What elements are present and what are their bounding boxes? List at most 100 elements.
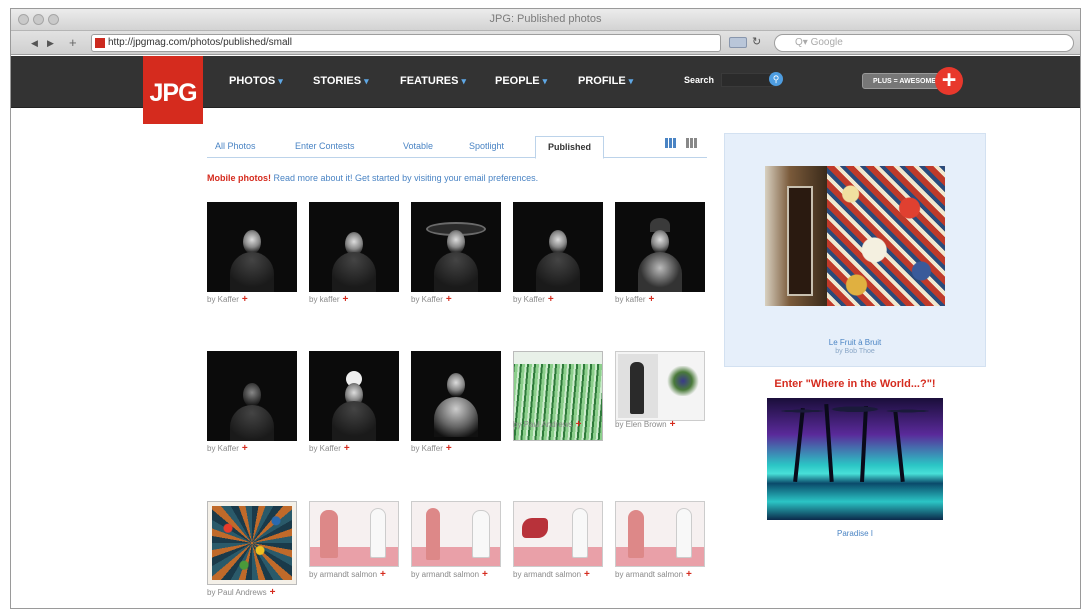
featured-photo-title[interactable]: Le Fruit à Bruit [725, 338, 985, 347]
window-title: JPG: Published photos [489, 13, 602, 25]
browser-window: JPG: Published photos ◀ ▶ + http://jpgma… [10, 8, 1081, 609]
browser-search-placeholder: Q▾ Google [795, 37, 843, 48]
search-icon[interactable]: ⚲ [769, 72, 783, 86]
featured-photo-panel: Le Fruit à Bruit by Bob Thoe [724, 133, 986, 367]
photo-byline[interactable]: by Paul Andrews [513, 420, 573, 429]
address-bar-text: http://jpgmag.com/photos/published/small [108, 37, 292, 48]
tab-spotlight[interactable]: Spotlight [469, 141, 504, 151]
browser-search-field[interactable]: Q▾ Google [774, 34, 1074, 52]
plus-icon[interactable]: + [270, 587, 276, 598]
reload-icon[interactable]: ↻ [752, 35, 761, 48]
featured-photo[interactable] [765, 166, 945, 306]
chevron-down-icon: ▾ [278, 76, 283, 86]
contest-heading[interactable]: Enter "Where in the World...?"! [724, 378, 986, 390]
photo-thumbnail[interactable] [309, 202, 399, 292]
tab-votable[interactable]: Votable [403, 141, 433, 151]
tab-enter-contests[interactable]: Enter Contests [295, 141, 355, 151]
list-view-icon[interactable] [686, 138, 697, 148]
photo-caption: by kaffer + [615, 294, 654, 305]
plus-icon[interactable]: + [649, 294, 655, 305]
contest-photo-caption[interactable]: Paradise I [724, 529, 986, 538]
tab-published[interactable]: Published [535, 136, 605, 159]
photo-thumbnail[interactable] [411, 351, 501, 441]
plus-icon[interactable]: + [242, 443, 248, 454]
photo-byline[interactable]: by Kaffer [207, 444, 239, 453]
photo-caption: by Kaffer + [411, 443, 452, 454]
nav-profile[interactable]: PROFILE ▾ [578, 75, 633, 87]
plus-icon[interactable]: + [482, 569, 488, 580]
plus-icon[interactable]: + [686, 569, 692, 580]
nav-photos[interactable]: PHOTOS ▾ [229, 75, 283, 87]
contest-photo[interactable] [767, 398, 943, 520]
address-bar[interactable]: http://jpgmag.com/photos/published/small [91, 34, 721, 52]
jpg-logo[interactable]: JPG [143, 56, 203, 124]
plus-icon[interactable]: + [584, 569, 590, 580]
photo-byline[interactable]: by kaffer [615, 295, 646, 304]
back-button[interactable]: ◀ [31, 35, 38, 51]
photo-thumbnail[interactable] [513, 501, 603, 567]
plus-icon[interactable]: + [548, 294, 554, 305]
photo-caption: by Kaffer + [411, 294, 452, 305]
site-search-label: Search [684, 75, 715, 85]
nav-stories-label: STORIES [313, 75, 362, 87]
grid-view-icon[interactable] [665, 138, 676, 148]
photo-byline[interactable]: by Paul Andrews [207, 588, 267, 597]
photo-caption: by Kaffer + [207, 294, 248, 305]
photo-caption: by kaffer + [309, 294, 348, 305]
notice-alert: Mobile photos! [207, 173, 271, 183]
nav-stories[interactable]: STORIES ▾ [313, 75, 369, 87]
photo-caption: by armandt salmon + [615, 569, 692, 580]
nav-profile-label: PROFILE [578, 75, 626, 87]
photo-byline[interactable]: by Kaffer [513, 295, 545, 304]
photo-byline[interactable]: by Kaffer [411, 444, 443, 453]
plus-icon[interactable]: + [242, 294, 248, 305]
photo-thumbnail[interactable] [411, 501, 501, 567]
plus-icon[interactable]: + [446, 443, 452, 454]
photo-byline[interactable]: by kaffer [309, 295, 340, 304]
photo-thumbnail[interactable] [615, 202, 705, 292]
plus-icon[interactable]: + [343, 294, 349, 305]
featured-photo-byline[interactable]: by Bob Thoe [725, 348, 985, 355]
nav-features[interactable]: FEATURES ▾ [400, 75, 466, 87]
rss-icon[interactable] [729, 37, 747, 48]
photo-thumbnail[interactable] [207, 202, 297, 292]
photo-thumbnail[interactable] [207, 501, 297, 585]
photo-thumbnail[interactable] [207, 351, 297, 441]
chevron-down-icon: ▾ [628, 76, 634, 86]
photo-caption: by Kaffer + [513, 294, 554, 305]
photo-caption: by armandt salmon + [411, 569, 488, 580]
title-bar: JPG: Published photos [11, 9, 1080, 31]
forward-button[interactable]: ▶ [47, 35, 54, 51]
photo-filter-tabs: All Photos Enter Contests Votable Spotli… [207, 136, 707, 159]
plus-icon[interactable]: + [670, 419, 676, 430]
photo-thumbnail[interactable] [411, 202, 501, 292]
photo-thumbnail[interactable] [615, 351, 705, 421]
plus-icon[interactable]: + [380, 569, 386, 580]
chevron-down-icon: ▾ [461, 76, 466, 86]
photo-byline[interactable]: by Kaffer [411, 295, 443, 304]
plus-icon[interactable]: + [344, 443, 350, 454]
photo-thumbnail[interactable] [309, 351, 399, 441]
photo-byline[interactable]: by armandt salmon [615, 570, 683, 579]
photo-byline[interactable]: by armandt salmon [309, 570, 377, 579]
tab-all-photos[interactable]: All Photos [215, 141, 256, 151]
photo-byline[interactable]: by Elen Brown [615, 420, 667, 429]
photo-caption: by armandt salmon + [309, 569, 386, 580]
nav-people[interactable]: PEOPLE ▾ [495, 75, 547, 87]
photo-thumbnail[interactable] [615, 501, 705, 567]
photo-thumbnail[interactable] [309, 501, 399, 567]
photo-byline[interactable]: by armandt salmon [411, 570, 479, 579]
photo-byline[interactable]: by Kaffer [207, 295, 239, 304]
photo-caption: by armandt salmon + [513, 569, 590, 580]
email-preferences-link[interactable]: email preferences. [464, 173, 538, 183]
photo-byline[interactable]: by Kaffer [309, 444, 341, 453]
plus-icon[interactable]: + [576, 419, 582, 430]
chevron-down-icon: ▾ [542, 76, 548, 86]
site-favicon-icon [95, 38, 105, 48]
plus-icon[interactable]: + [935, 67, 963, 95]
plus-icon[interactable]: + [446, 294, 452, 305]
photo-byline[interactable]: by armandt salmon [513, 570, 581, 579]
add-bookmark-button[interactable]: + [69, 35, 77, 51]
photo-caption: by Kaffer + [207, 443, 248, 454]
photo-thumbnail[interactable] [513, 202, 603, 292]
